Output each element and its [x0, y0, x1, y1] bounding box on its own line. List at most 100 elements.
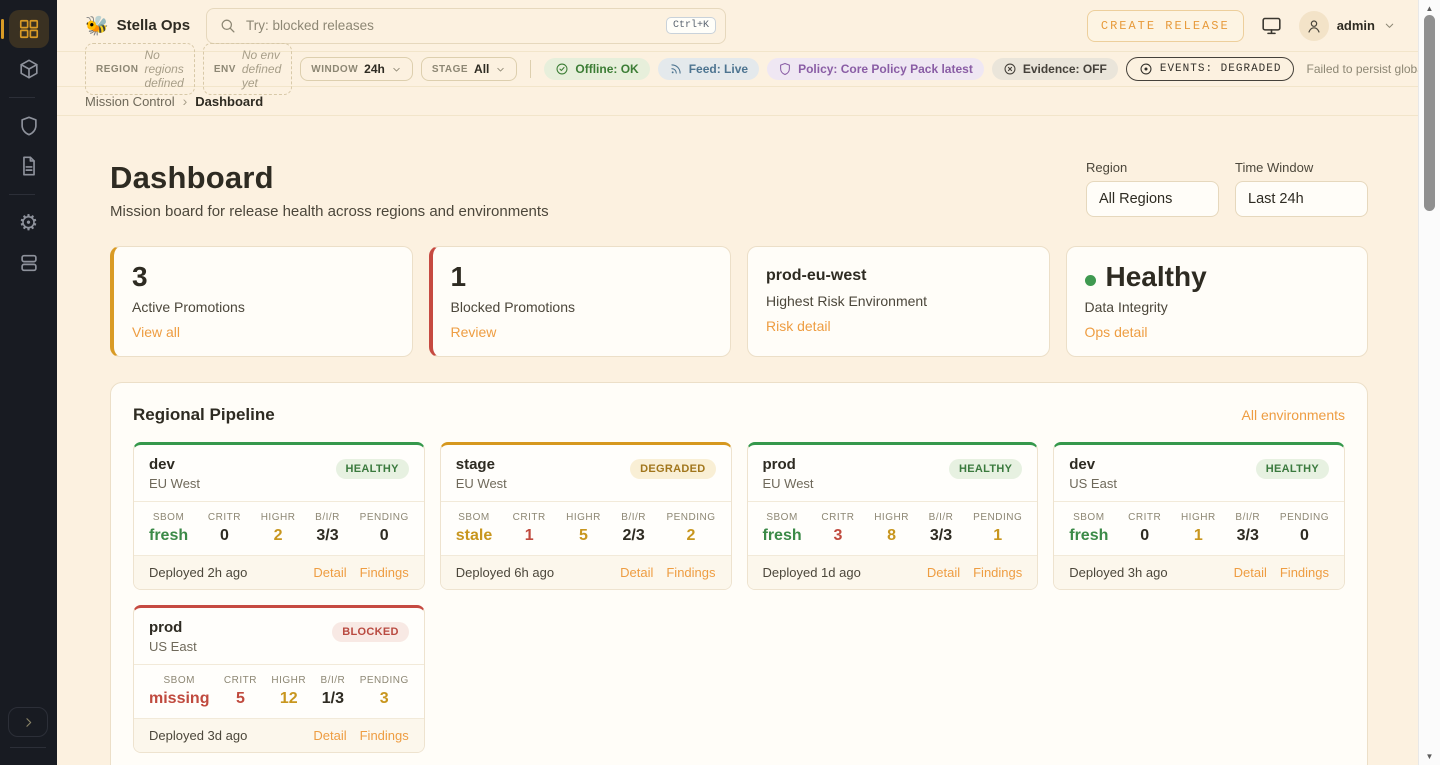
evidence-off-icon: [1003, 62, 1017, 76]
status-badge: HEALTHY: [336, 459, 409, 479]
pipeline-card-footer: Deployed 3h agoDetailFindings: [1054, 556, 1344, 589]
pipeline-card-header: stageEU WestDEGRADED: [441, 445, 731, 501]
person-icon: [1306, 18, 1322, 34]
pipeline-grid: devEU WestHEALTHYSBOMfreshCRITR0HIGHR2B/…: [133, 442, 1345, 753]
stat-label: B/I/R: [929, 512, 954, 523]
brand[interactable]: 🐝 Stella Ops: [85, 14, 190, 38]
summary-link-view-all[interactable]: View all: [132, 324, 180, 340]
breadcrumb-parent[interactable]: Mission Control: [85, 94, 175, 109]
summary-value-text: 1: [451, 261, 467, 292]
scrollbar-thumb[interactable]: [1424, 15, 1435, 211]
time-window-select[interactable]: Last 24h: [1235, 181, 1368, 217]
filter-stage[interactable]: STAGEAll: [421, 57, 518, 81]
status-pill-feed[interactable]: Feed: Live: [658, 58, 759, 80]
scrollbar-down-arrow[interactable]: ▼: [1419, 752, 1440, 761]
findings-link[interactable]: Findings: [360, 565, 409, 580]
sidebar-item-grid[interactable]: [9, 10, 49, 48]
status-pill-evidence[interactable]: Evidence: OFF: [992, 58, 1118, 80]
summary-label: Blocked Promotions: [451, 299, 713, 315]
time-window-control: Time Window Last 24h: [1235, 160, 1368, 217]
sidebar-item-server[interactable]: [9, 244, 49, 282]
stat-sbom: SBOMfresh: [763, 512, 802, 545]
pipeline-stats: SBOMfreshCRITR0HIGHR1B/I/R3/3PENDING0: [1054, 501, 1344, 556]
pipeline-card-prod-us-east: prodUS EastBLOCKEDSBOMmissingCRITR5HIGHR…: [133, 605, 425, 753]
environment-region: US East: [149, 639, 197, 654]
stat-label: CRITR: [1128, 512, 1161, 523]
stat-value: 12: [271, 690, 306, 708]
stat-critr: CRITR1: [513, 512, 546, 545]
create-release-button[interactable]: CREATE RELEASE: [1087, 10, 1244, 42]
filter-value: All: [474, 62, 489, 76]
findings-link[interactable]: Findings: [1280, 565, 1329, 580]
sidebar-expand-button[interactable]: [8, 707, 48, 737]
search-icon: [219, 17, 236, 34]
detail-link[interactable]: Detail: [620, 565, 653, 580]
scrollbar-up-arrow[interactable]: ▲: [1419, 4, 1440, 13]
detail-link[interactable]: Detail: [313, 565, 346, 580]
sidebar-divider: [9, 194, 35, 195]
pipeline-card-stage-eu-west: stageEU WestDEGRADED SBOMstale CRITR1 HIGHR…: [440, 442, 732, 590]
bee-logo-icon: 🐝: [85, 14, 109, 38]
gear-icon: ⚙: [19, 212, 39, 234]
stat-pending: PENDING3: [360, 675, 409, 708]
stat-critr: CRITR3: [821, 512, 854, 545]
stat-value: 5: [224, 690, 257, 708]
regional-pipeline-panel: Regional Pipeline All environments devEU…: [110, 382, 1368, 765]
detail-link[interactable]: Detail: [1234, 565, 1267, 580]
detail-link[interactable]: Detail: [313, 728, 346, 743]
stat-value: 0: [1280, 527, 1329, 545]
sidebar-item-gear[interactable]: ⚙: [9, 204, 49, 242]
topbar-actions: CREATE RELEASE admin: [1087, 10, 1396, 42]
stat-value: 0: [208, 527, 241, 545]
events-status-pill[interactable]: EVENTS: DEGRADED: [1126, 57, 1295, 81]
pipeline-env-block: prodUS East: [149, 619, 197, 654]
stat-value: 3/3: [1235, 527, 1260, 545]
pipeline-card-footer: Deployed 6h ago Detail Findings: [441, 556, 731, 589]
stat-b-i-r: B/I/R2/3: [621, 512, 646, 545]
deployed-time: Deployed 6h ago: [456, 565, 554, 580]
status-badge: HEALTHY: [949, 459, 1022, 479]
user-menu[interactable]: admin: [1299, 11, 1396, 41]
pipeline-stats: SBOMmissingCRITR5HIGHR12B/I/R1/3PENDING3: [134, 664, 424, 719]
findings-link[interactable]: Findings: [666, 565, 715, 580]
status-pill-policy[interactable]: Policy: Core Policy Pack latest: [767, 58, 984, 80]
healthy-dot: [1085, 275, 1096, 286]
filter-label: REGION: [96, 64, 138, 75]
document-icon: [18, 155, 40, 177]
stat-value: 3/3: [315, 527, 340, 545]
stat-critr: CRITR0: [1128, 512, 1161, 545]
panel-header: Regional Pipeline All environments: [133, 405, 1345, 425]
display-mode-button[interactable]: [1261, 15, 1282, 36]
deployed-time: Deployed 2h ago: [149, 565, 247, 580]
findings-link[interactable]: Findings: [973, 565, 1022, 580]
pipeline-card-header: prodEU WestHEALTHY: [748, 445, 1038, 501]
summary-value: 1: [451, 261, 713, 293]
summary-link-risk-detail[interactable]: Risk detail: [766, 318, 831, 334]
scrollbar[interactable]: ▲ ▼: [1418, 0, 1440, 765]
stat-value: stale: [456, 527, 492, 545]
summary-link-review[interactable]: Review: [451, 324, 497, 340]
sidebar-item-shield[interactable]: [9, 107, 49, 145]
all-environments-link[interactable]: All environments: [1242, 407, 1346, 423]
sidebar-item-document[interactable]: [9, 147, 49, 185]
findings-link[interactable]: Findings: [360, 728, 409, 743]
stat-value: fresh: [149, 527, 188, 545]
summary-label: Data Integrity: [1085, 299, 1350, 315]
status-badge: HEALTHY: [1256, 459, 1329, 479]
stat-highr: HIGHR5: [566, 512, 601, 545]
environment-region: EU West: [763, 476, 814, 491]
detail-link[interactable]: Detail: [927, 565, 960, 580]
stat-value: 1: [973, 527, 1022, 545]
stat-value: missing: [149, 690, 209, 708]
search-input[interactable]: Try: blocked releases Ctrl+K: [206, 8, 726, 44]
chevron-right-icon: [21, 715, 36, 730]
summary-link-ops-detail[interactable]: Ops detail: [1085, 324, 1148, 340]
pipeline-card-dev-eu-west: devEU WestHEALTHYSBOMfreshCRITR0HIGHR2B/…: [133, 442, 425, 590]
status-pill-offline[interactable]: Offline: OK: [544, 58, 649, 80]
stat-sbom: SBOMstale: [456, 512, 492, 545]
region-select[interactable]: All Regions: [1086, 181, 1219, 217]
page-controls: Region All Regions Time Window Last 24h: [1086, 160, 1368, 217]
filter-window[interactable]: WINDOW24h: [300, 57, 413, 81]
stat-critr: CRITR0: [208, 512, 241, 545]
sidebar-item-package[interactable]: [9, 50, 49, 88]
